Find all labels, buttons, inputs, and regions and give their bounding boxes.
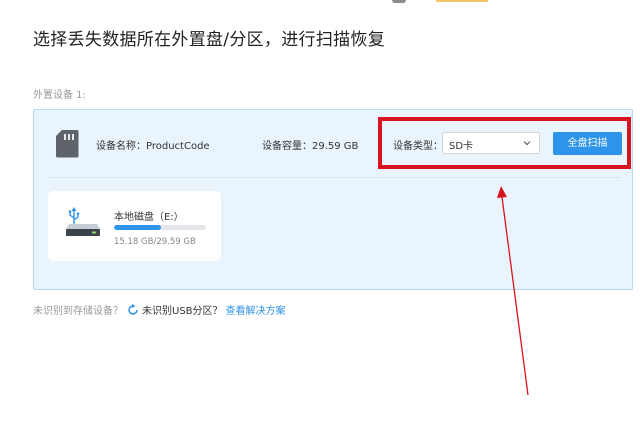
partition-usage-fill xyxy=(114,225,161,230)
storage-not-detected-text: 未识别到存储设备？ xyxy=(33,306,123,317)
top-edge-fragment-orange xyxy=(436,0,488,2)
usb-drive-icon xyxy=(66,207,100,236)
top-edge-fragment xyxy=(392,0,488,3)
partition-name: 本地磁盘（E:） xyxy=(114,212,184,223)
usb-not-detected-text: 未识别USB分区？ xyxy=(142,306,223,317)
device-capacity: 设备容量：29.59 GB xyxy=(262,141,359,152)
footer-help-row: 未识别到存储设备？ 未识别USB分区？ 查看解决方案 xyxy=(33,302,286,317)
partition-usage-bar xyxy=(114,225,206,230)
page-title: 选择丢失数据所在外置盘/分区，进行扫描恢复 xyxy=(33,30,386,50)
view-solution-link[interactable]: 查看解决方案 xyxy=(226,302,286,317)
panel-divider xyxy=(47,177,621,178)
device-section-label: 外置设备 1: xyxy=(33,90,86,101)
device-name: 设备名称：ProductCode xyxy=(96,141,210,152)
partition-card[interactable]: 本地磁盘（E:） 15.18 GB/29.59 GB xyxy=(48,191,221,261)
sd-card-icon xyxy=(56,130,79,158)
annotation-highlight-box xyxy=(378,117,631,169)
refresh-icon[interactable] xyxy=(127,303,139,316)
partition-usage-text: 15.18 GB/29.59 GB xyxy=(114,237,196,247)
top-edge-fragment-gray xyxy=(392,0,406,3)
